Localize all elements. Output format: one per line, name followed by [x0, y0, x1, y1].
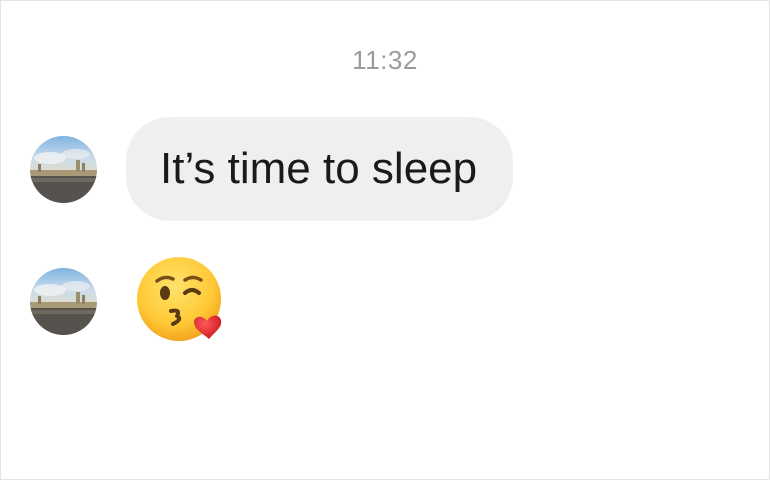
- message-row: It’s time to sleep: [30, 117, 514, 221]
- message-text: It’s time to sleep: [160, 144, 478, 193]
- face-blowing-a-kiss-icon: [137, 257, 222, 341]
- emoji-message[interactable]: [135, 255, 227, 347]
- message-bubble[interactable]: It’s time to sleep: [126, 117, 514, 221]
- chat-window: 11:32 It’s time to sleep: [0, 0, 770, 480]
- message-row: [30, 253, 227, 349]
- avatar[interactable]: [30, 135, 97, 203]
- avatar-landscape-image: [30, 267, 97, 335]
- message-timestamp: 11:32: [352, 45, 418, 75]
- avatar-landscape-image: [30, 135, 97, 203]
- avatar[interactable]: [30, 267, 97, 335]
